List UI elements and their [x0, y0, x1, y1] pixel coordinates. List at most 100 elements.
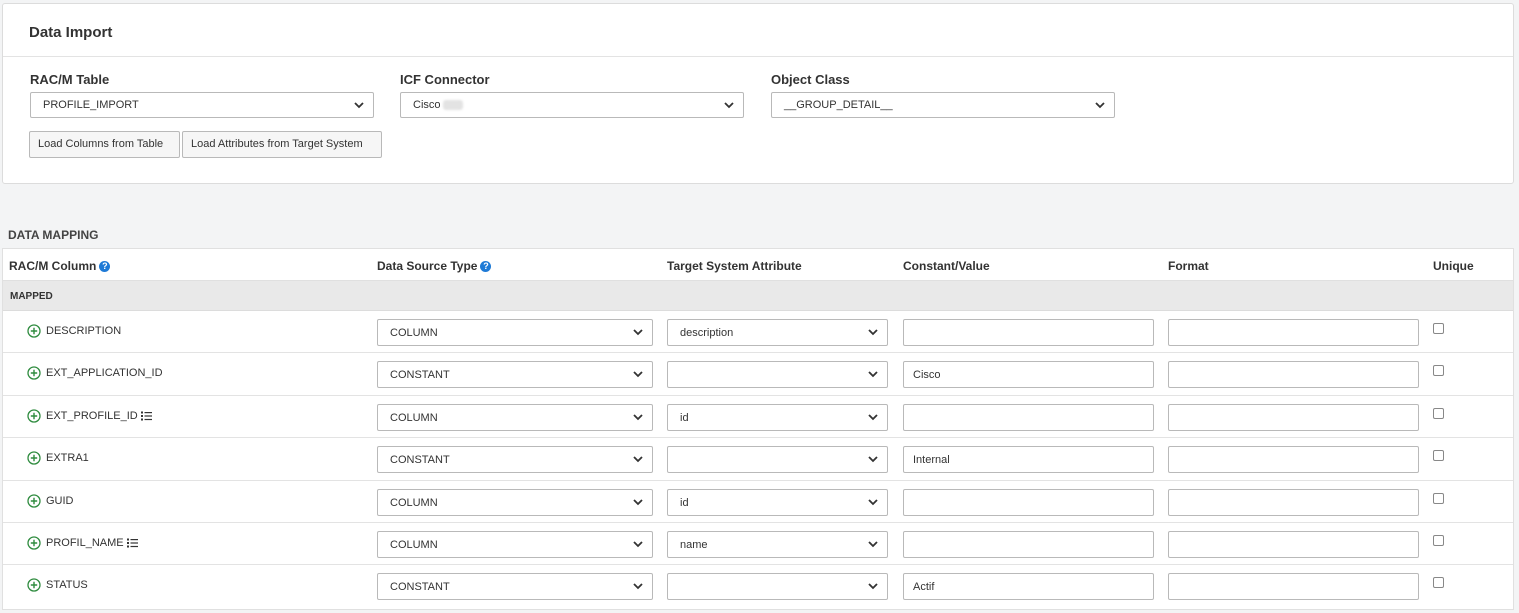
constant-value-input[interactable]	[903, 403, 1154, 431]
header-constant-value[interactable]: Constant/Value	[903, 259, 990, 273]
data-source-type-value: COLUMN	[390, 496, 438, 509]
header-target-attribute[interactable]: Target System Attribute	[667, 259, 802, 273]
target-attribute-select[interactable]: name	[667, 530, 888, 558]
chevron-down-icon	[633, 541, 643, 548]
racm-column-name: STATUS	[27, 578, 88, 592]
racm-column-label: PROFIL_NAME	[46, 536, 124, 549]
table-row: EXT_PROFILE_ID COLUMN id	[3, 396, 1513, 439]
unique-checkbox[interactable]	[1433, 365, 1444, 377]
chevron-down-icon	[633, 583, 643, 590]
unique-checkbox[interactable]	[1433, 577, 1444, 589]
icf-connector-field: ICF Connector Cisco	[400, 72, 744, 118]
target-attribute-select[interactable]	[667, 446, 888, 474]
racm-table-select[interactable]: PROFILE_IMPORT	[30, 92, 374, 118]
chevron-down-icon	[633, 414, 643, 421]
unique-checkbox[interactable]	[1433, 534, 1444, 546]
object-class-label: Object Class	[771, 72, 850, 87]
racm-column-label: STATUS	[46, 579, 88, 592]
data-source-type-value: CONSTANT	[390, 369, 450, 382]
chevron-down-icon	[633, 456, 643, 463]
data-source-type-select[interactable]: COLUMN	[377, 403, 653, 431]
mapping-grid: RAC/M Column? Data Source Type? Target S…	[2, 248, 1514, 610]
chevron-down-icon	[868, 541, 878, 548]
add-circle-icon[interactable]	[27, 578, 41, 592]
target-attribute-select[interactable]: id	[667, 488, 888, 516]
header-unique[interactable]: Unique	[1433, 259, 1474, 273]
add-circle-icon[interactable]	[27, 409, 41, 423]
constant-value-input[interactable]: Cisco	[903, 361, 1154, 389]
unique-checkbox[interactable]	[1433, 407, 1444, 419]
constant-value-input[interactable]	[903, 319, 1154, 346]
table-row: DESCRIPTION COLUMN description	[3, 311, 1513, 354]
add-circle-icon[interactable]	[27, 324, 41, 338]
add-circle-icon[interactable]	[27, 451, 41, 465]
help-icon[interactable]: ?	[99, 261, 111, 272]
icf-connector-select[interactable]: Cisco	[400, 92, 744, 118]
constant-value-input[interactable]: Actif	[903, 573, 1154, 601]
unique-checkbox[interactable]	[1433, 492, 1444, 504]
data-source-type-select[interactable]: COLUMN	[377, 530, 653, 558]
chevron-down-icon	[633, 371, 643, 378]
panel-title: Data Import	[3, 4, 1513, 57]
header-racm-column[interactable]: RAC/M Column?	[9, 259, 111, 273]
target-attribute-select[interactable]: description	[667, 319, 888, 346]
target-attribute-select[interactable]: id	[667, 403, 888, 431]
format-input[interactable]	[1168, 446, 1419, 474]
racm-column-label: EXT_APPLICATION_ID	[46, 367, 163, 380]
chevron-down-icon	[868, 371, 878, 378]
racm-column-name: PROFIL_NAME	[27, 536, 138, 550]
target-attribute-value: id	[680, 411, 689, 424]
object-class-field: Object Class __GROUP_DETAIL__	[771, 72, 1115, 118]
unique-checkbox[interactable]	[1433, 323, 1444, 334]
racm-column-name: GUID	[27, 493, 74, 508]
racm-column-name: EXTRA1	[27, 451, 89, 465]
target-attribute-select[interactable]	[667, 573, 888, 601]
constant-value-input[interactable]	[903, 488, 1154, 516]
data-source-type-select[interactable]: COLUMN	[377, 319, 653, 346]
load-columns-button[interactable]: Load Columns from Table	[29, 131, 180, 158]
data-source-type-value: COLUMN	[390, 327, 438, 339]
data-source-type-select[interactable]: COLUMN	[377, 488, 653, 516]
data-source-type-select[interactable]: CONSTANT	[377, 361, 653, 389]
racm-table-field: RAC/M Table PROFILE_IMPORT	[30, 72, 374, 118]
format-input[interactable]	[1168, 319, 1419, 346]
help-icon[interactable]: ?	[480, 261, 492, 272]
icf-connector-value: Cisco	[413, 99, 441, 111]
racm-column-name: DESCRIPTION	[27, 324, 121, 338]
header-data-source-type-label: Data Source Type	[377, 259, 478, 273]
racm-table-label: RAC/M Table	[30, 72, 110, 87]
racm-table-value: PROFILE_IMPORT	[43, 99, 139, 111]
format-input[interactable]	[1168, 573, 1419, 601]
grid-header: RAC/M Column? Data Source Type? Target S…	[3, 249, 1513, 281]
add-circle-icon[interactable]	[27, 536, 41, 550]
header-data-source-type[interactable]: Data Source Type?	[377, 259, 492, 273]
racm-column-label: EXT_PROFILE_ID	[46, 409, 138, 422]
constant-value-input[interactable]	[903, 530, 1154, 558]
chevron-down-icon	[354, 102, 364, 109]
format-input[interactable]	[1168, 361, 1419, 389]
format-input[interactable]	[1168, 403, 1419, 431]
data-mapping-title: DATA MAPPING	[8, 228, 99, 242]
load-attributes-button[interactable]: Load Attributes from Target System	[182, 131, 382, 158]
unique-checkbox[interactable]	[1433, 450, 1444, 462]
data-source-type-select[interactable]: CONSTANT	[377, 573, 653, 601]
header-racm-column-label: RAC/M Column	[9, 259, 97, 273]
table-row: PROFIL_NAME COLUMN name	[3, 523, 1513, 566]
target-attribute-select[interactable]	[667, 361, 888, 389]
group-header-mapped[interactable]: MAPPED	[3, 281, 1513, 311]
data-source-type-value: CONSTANT	[390, 581, 450, 594]
data-source-type-select[interactable]: CONSTANT	[377, 446, 653, 474]
add-circle-icon[interactable]	[27, 366, 41, 381]
constant-value-input[interactable]: Internal	[903, 446, 1154, 474]
format-input[interactable]	[1168, 530, 1419, 558]
icf-connector-label: ICF Connector	[400, 72, 490, 87]
data-import-panel: Data Import RAC/M Table PROFILE_IMPORT I…	[2, 3, 1514, 184]
object-class-select[interactable]: __GROUP_DETAIL__	[771, 92, 1115, 118]
chevron-down-icon	[724, 102, 734, 109]
racm-column-name: EXT_APPLICATION_ID	[27, 366, 163, 381]
format-input[interactable]	[1168, 488, 1419, 516]
list-icon[interactable]	[126, 538, 138, 548]
list-icon[interactable]	[140, 411, 152, 421]
header-format[interactable]: Format	[1168, 259, 1209, 273]
add-circle-icon[interactable]	[27, 493, 41, 508]
